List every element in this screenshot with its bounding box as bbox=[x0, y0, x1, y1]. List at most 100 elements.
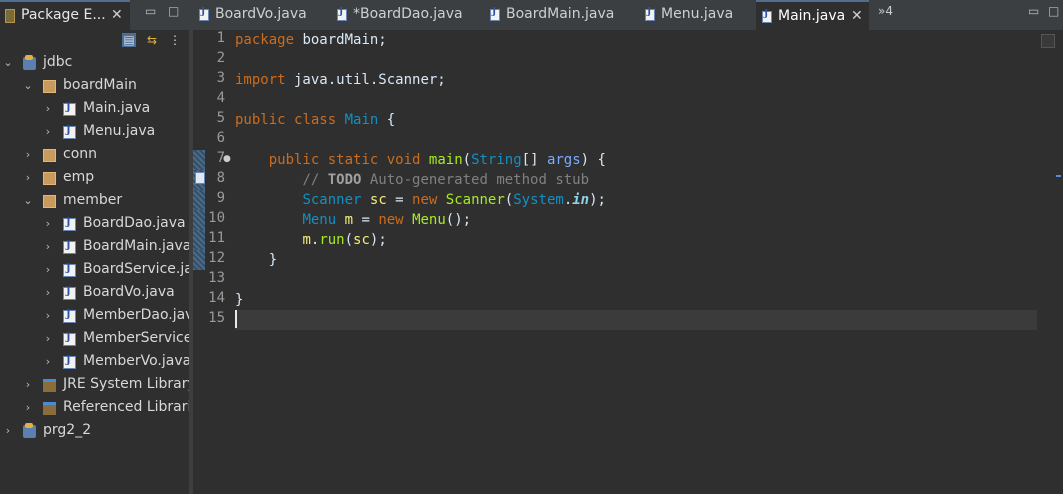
editor-minimize-icon[interactable]: ▭ bbox=[1028, 4, 1039, 18]
tree-item[interactable]: › Referenced Libraries bbox=[0, 397, 189, 420]
code-line[interactable]: // TODO Auto-generated method stub bbox=[235, 170, 1037, 190]
code-token: . bbox=[563, 192, 573, 208]
library-icon bbox=[43, 379, 56, 392]
tree-item[interactable]: ⌄ boardMain bbox=[0, 75, 189, 98]
line-number: 14 bbox=[208, 290, 225, 306]
maximize-icon[interactable]: □ bbox=[168, 4, 179, 18]
minimize-icon[interactable]: ▭ bbox=[145, 4, 156, 18]
line-number: 8 bbox=[216, 170, 225, 186]
editor-tab[interactable]: Main.java ✕ bbox=[756, 0, 869, 30]
code-line[interactable]: Menu m = new Menu(); bbox=[235, 210, 1037, 230]
overview-task-marker[interactable] bbox=[1056, 175, 1061, 177]
tree-item[interactable]: › Main.java bbox=[0, 98, 189, 121]
close-tab-icon[interactable]: ✕ bbox=[851, 8, 863, 24]
code-line[interactable]: Scanner sc = new Scanner(System.in); bbox=[235, 190, 1037, 210]
java-icon bbox=[63, 240, 76, 254]
tree-item[interactable]: › JRE System Library bbox=[0, 374, 189, 397]
line-number: 5 bbox=[216, 110, 225, 126]
editor-tab-label: BoardMain.java bbox=[506, 6, 615, 22]
collapse-all-icon[interactable]: ▤ bbox=[122, 33, 136, 47]
package-icon bbox=[43, 195, 56, 208]
code-line[interactable] bbox=[235, 130, 1037, 150]
code-line[interactable] bbox=[235, 90, 1037, 110]
collapsed-arrow-icon[interactable]: › bbox=[43, 332, 53, 345]
code-token: import bbox=[235, 72, 286, 88]
line-number: 1 bbox=[216, 30, 225, 46]
text-cursor bbox=[235, 310, 237, 328]
tree-item[interactable]: › BoardMain.java bbox=[0, 236, 189, 259]
expanded-arrow-icon[interactable]: ⌄ bbox=[3, 56, 13, 69]
code-line[interactable] bbox=[235, 50, 1037, 70]
close-icon[interactable]: ✕ bbox=[111, 7, 123, 23]
tree-item-label: member bbox=[63, 192, 123, 208]
collapsed-arrow-icon[interactable]: › bbox=[3, 424, 13, 437]
task-marker-icon[interactable] bbox=[195, 172, 205, 184]
line-number: 12 bbox=[208, 250, 225, 266]
tree-item[interactable]: › BoardService.java bbox=[0, 259, 189, 282]
expanded-arrow-icon[interactable]: ⌄ bbox=[23, 79, 33, 92]
code-line[interactable]: public class Main { bbox=[235, 110, 1037, 130]
tree-item[interactable]: › Menu.java bbox=[0, 121, 189, 144]
code-line[interactable]: package boardMain; bbox=[235, 30, 1037, 50]
overview-ruler[interactable] bbox=[1037, 30, 1063, 494]
collapsed-arrow-icon[interactable]: › bbox=[43, 240, 53, 253]
code-line[interactable]: } bbox=[235, 290, 1037, 310]
collapsed-arrow-icon[interactable]: › bbox=[23, 171, 33, 184]
editor-tab[interactable]: BoardVo.java bbox=[193, 0, 326, 30]
tree-item[interactable]: › BoardVo.java bbox=[0, 282, 189, 305]
tree-item[interactable]: › prg2_2 bbox=[0, 420, 189, 443]
collapsed-arrow-icon[interactable]: › bbox=[43, 309, 53, 322]
overview-ruler-toggle[interactable] bbox=[1041, 34, 1055, 48]
code-token: void bbox=[386, 152, 421, 168]
tree-item-label: MemberService.java bbox=[83, 330, 189, 346]
code-token: ); bbox=[369, 232, 387, 248]
collapsed-arrow-icon[interactable]: › bbox=[43, 286, 53, 299]
line-number: 11 bbox=[208, 230, 225, 246]
code-line[interactable] bbox=[235, 270, 1037, 290]
editor-maximize-icon[interactable]: □ bbox=[1048, 4, 1059, 18]
link-with-editor-icon[interactable]: ⇆ bbox=[145, 33, 159, 47]
collapsed-arrow-icon[interactable]: › bbox=[43, 125, 53, 138]
collapsed-arrow-icon[interactable]: › bbox=[23, 148, 33, 161]
expanded-arrow-icon[interactable]: ⌄ bbox=[23, 194, 33, 207]
tab-package-explorer[interactable]: Package E... ✕ bbox=[0, 0, 130, 30]
tab-overflow-button[interactable]: »4 bbox=[878, 4, 893, 18]
tree-item[interactable]: › BoardDao.java bbox=[0, 213, 189, 236]
tree-item[interactable]: › MemberDao.java bbox=[0, 305, 189, 328]
code-token: ( bbox=[504, 192, 514, 208]
tree-item-label: emp bbox=[63, 169, 95, 185]
code-line[interactable]: import java.util.Scanner; bbox=[235, 70, 1037, 90]
tree-item[interactable]: › MemberVo.java bbox=[0, 351, 189, 374]
tree-item[interactable]: › emp bbox=[0, 167, 189, 190]
code-token: sc bbox=[369, 192, 387, 208]
editor-tab[interactable]: Menu.java bbox=[639, 0, 751, 30]
tree-item[interactable]: › conn bbox=[0, 144, 189, 167]
collapsed-arrow-icon[interactable]: › bbox=[43, 102, 53, 115]
java-file-icon bbox=[762, 9, 772, 23]
collapsed-arrow-icon[interactable]: › bbox=[23, 378, 33, 391]
code-line[interactable]: public static void main(String[] args) { bbox=[235, 150, 1037, 170]
editor-tab[interactable]: *BoardDao.java bbox=[331, 0, 479, 30]
collapsed-arrow-icon[interactable]: › bbox=[43, 217, 53, 230]
tree-item[interactable]: ⌄ member bbox=[0, 190, 189, 213]
code-token: java.util.Scanner; bbox=[285, 72, 446, 88]
collapsed-arrow-icon[interactable]: › bbox=[43, 355, 53, 368]
collapsed-arrow-icon[interactable]: › bbox=[43, 263, 53, 276]
tree-item[interactable]: › MemberService.java bbox=[0, 328, 189, 351]
code-token: run bbox=[319, 232, 345, 248]
editor-tab[interactable]: BoardMain.java bbox=[484, 0, 634, 30]
code-line[interactable]: } bbox=[235, 250, 1037, 270]
java-file-icon bbox=[337, 7, 347, 21]
tree-item[interactable]: ⌄ jdbc bbox=[0, 52, 189, 75]
code-line[interactable] bbox=[235, 310, 1037, 330]
editor-tab-label: BoardVo.java bbox=[215, 6, 307, 22]
java-file-icon bbox=[645, 7, 655, 21]
view-menu-icon[interactable]: ⋮ bbox=[168, 33, 182, 47]
collapsed-arrow-icon[interactable]: › bbox=[23, 401, 33, 414]
code-line[interactable]: m.run(sc); bbox=[235, 230, 1037, 250]
code-token: ( bbox=[462, 152, 472, 168]
